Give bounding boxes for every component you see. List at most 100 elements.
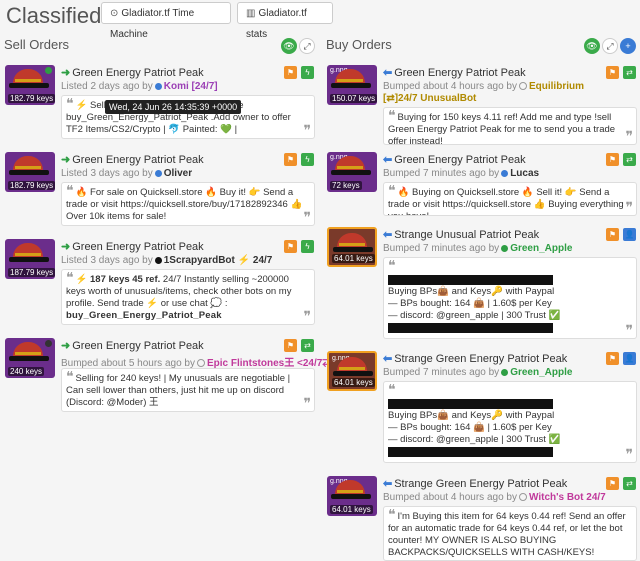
page-title: Classifieds xyxy=(6,3,113,28)
buy-listing-1: g.nng 150.07 keys ⬅ Green Energy Patriot … xyxy=(327,65,637,145)
item-price: 64.01 keys xyxy=(332,254,375,263)
item-title[interactable]: ⬅ Strange Green Energy Patriot Peak xyxy=(383,352,567,365)
time-machine-label: Gladiator.tf Time Machine xyxy=(110,8,195,40)
user-name[interactable]: Green_Apple xyxy=(510,243,572,254)
item-title[interactable]: ➜ Green Energy Patriot Peak xyxy=(61,240,204,253)
flag-icon[interactable]: ⚑ xyxy=(284,240,297,253)
quote-left-icon: ❝ xyxy=(388,182,396,198)
item-thumbnail[interactable]: 182.79 keys xyxy=(5,65,55,105)
meta-text: Bumped 7 minutes ago by xyxy=(383,168,500,179)
arrow-right-icon: ➜ xyxy=(61,154,71,166)
flag-icon[interactable]: ⚑ xyxy=(606,66,619,79)
item-thumbnail[interactable]: g.nng 64.01 keys xyxy=(327,351,377,391)
swap-icon[interactable]: ⇄ xyxy=(623,477,636,490)
quote-icon: ❞ xyxy=(303,395,311,411)
lightning-icon[interactable]: ϟ xyxy=(301,66,314,79)
listing-meta: Bumped 7 minutes ago by Green_Apple xyxy=(383,367,572,378)
listing-details: ❝ 🔥 Buying on Quicksell.store 🔥 Sell it! … xyxy=(383,182,637,216)
quote-left-icon: ❝ xyxy=(66,95,74,111)
user-avatar xyxy=(501,368,509,376)
item-title[interactable]: ⬅ Strange Unusual Patriot Peak xyxy=(383,228,539,241)
time-machine-button[interactable]: ⊙ Gladiator.tf Time Machine xyxy=(101,2,231,40)
item-name: Green Energy Patriot Peak xyxy=(72,154,204,166)
top-bar: Classifieds ⊙ Gladiator.tf Time Machine ▥… xyxy=(0,0,640,40)
sell-listing-2: 182.79 keys ➜ Green Energy Patriot Peak ⚑… xyxy=(5,152,315,232)
item-thumbnail[interactable]: 182.79 keys xyxy=(5,152,55,192)
item-title[interactable]: ⬅ Green Energy Patriot Peak xyxy=(383,153,526,166)
swap-icon[interactable]: ⇄ xyxy=(301,339,314,352)
item-name: Green Energy Patriot Peak xyxy=(394,67,526,79)
user-name[interactable]: Lucas xyxy=(510,168,539,179)
item-title[interactable]: ⬅ Strange Green Energy Patriot Peak xyxy=(383,477,567,490)
item-name: Green Energy Patriot Peak xyxy=(72,241,204,253)
item-thumbnail[interactable]: 64.01 keys xyxy=(327,227,377,267)
date-tooltip: Wed, 24 Jun 26 14:35:39 +0000 xyxy=(105,100,242,114)
item-title[interactable]: ⬅ Green Energy Patriot Peak xyxy=(383,66,526,79)
item-thumbnail[interactable]: g.nng 64.01 keys xyxy=(327,476,377,516)
user-name[interactable]: Green_Apple xyxy=(510,367,572,378)
item-thumbnail[interactable]: 187.79 keys xyxy=(5,239,55,279)
user-avatar xyxy=(518,82,527,91)
item-name: Strange Unusual Patriot Peak xyxy=(394,229,540,241)
details-text: Buying for 150 keys 4.11 ref! Add me and… xyxy=(388,112,616,145)
flag-icon[interactable]: ⚑ xyxy=(284,153,297,166)
stats-button[interactable]: ▥ Gladiator.tf stats xyxy=(237,2,333,40)
item-title[interactable]: ➜ Green Energy Patriot Peak xyxy=(61,66,204,79)
quote-icon: ❞ xyxy=(625,446,633,462)
user-avatar xyxy=(518,493,527,502)
listing-meta: Listed 3 days ago by 1ScrapyardBot ⚡ 24/7 xyxy=(61,255,272,266)
flag-icon[interactable]: ⚑ xyxy=(606,477,619,490)
item-price: 64.01 keys xyxy=(332,378,375,387)
item-title[interactable]: ➜ Green Energy Patriot Peak xyxy=(61,339,204,352)
user-avatar xyxy=(196,359,205,368)
item-thumbnail[interactable]: g.nng 72 keys xyxy=(327,152,377,192)
toggle-visibility-icon[interactable]: 👁 xyxy=(281,38,297,54)
quote-icon: ❞ xyxy=(303,122,311,138)
user-avatar xyxy=(154,82,162,90)
details-text: 🔥 For sale on Quicksell.store 🔥 Buy it! … xyxy=(66,187,303,222)
listing-details: ❝ ⚡ 187 keys 45 ref. 24/7 Instantly selli… xyxy=(61,269,315,325)
item-name: Green Energy Patriot Peak xyxy=(394,154,526,166)
item-title[interactable]: ➜ Green Energy Patriot Peak xyxy=(61,153,204,166)
item-thumbnail[interactable]: g.nng 150.07 keys xyxy=(327,65,377,105)
flag-icon[interactable]: ⚑ xyxy=(606,228,619,241)
listing-details: ❝ Selling for 240 keys! | My unusuals are… xyxy=(61,368,315,412)
lightning-icon[interactable]: ϟ xyxy=(301,153,314,166)
details-text: 🔥 Buying on Quicksell.store 🔥 Sell it! 👉… xyxy=(388,187,624,215)
user-name[interactable]: Oliver xyxy=(164,168,192,179)
flag-icon[interactable]: ⚑ xyxy=(284,339,297,352)
user-name[interactable]: 1ScrapyardBot ⚡ 24/7 xyxy=(164,255,273,266)
lightning-icon[interactable]: ϟ xyxy=(301,240,314,253)
arrow-left-icon: ⬅ xyxy=(383,67,393,79)
sell-listing-4: 240 keys ➜ Green Energy Patriot Peak ⚑ ⇄ … xyxy=(5,338,353,418)
meta-text: Bumped about 4 hours ago by xyxy=(383,492,517,503)
item-price: 150.07 keys xyxy=(330,94,377,103)
arrow-right-icon: ➜ xyxy=(61,241,71,253)
quote-icon: ❞ xyxy=(625,128,633,144)
sell-orders-title: Sell Orders xyxy=(4,37,70,52)
details-command: buy_Green_Energy_Patriot_Peak xyxy=(66,310,222,321)
flag-icon[interactable]: ⚑ xyxy=(284,66,297,79)
meta-text: Listed 3 days ago by xyxy=(61,255,153,266)
flag-icon[interactable]: ⚑ xyxy=(606,352,619,365)
toggle-visibility-icon[interactable]: 👁 xyxy=(584,38,600,54)
listing-meta: Listed 2 days ago by Komi [24/7] xyxy=(61,81,218,92)
arrow-left-icon: ⬅ xyxy=(383,478,393,490)
listing-meta: Bumped about 4 hours ago by Equilibrium [… xyxy=(383,81,603,105)
expand-icon[interactable]: ⤢ xyxy=(602,38,618,54)
swap-icon[interactable]: ⇄ xyxy=(623,153,636,166)
flag-icon[interactable]: ⚑ xyxy=(606,153,619,166)
expand-icon[interactable]: ⤢ xyxy=(299,38,315,54)
item-thumbnail[interactable]: 240 keys xyxy=(5,338,55,378)
user-name[interactable]: Komi [24/7] xyxy=(164,81,218,92)
meta-text: Listed 3 days ago by xyxy=(61,168,153,179)
buy-listing-4: g.nng 64.01 keys ⬅ Strange Green Energy P… xyxy=(327,351,637,466)
user-name[interactable]: Witch's Bot 24/7 xyxy=(529,492,606,503)
add-friend-icon[interactable]: 👤 xyxy=(623,352,636,365)
add-icon[interactable]: + xyxy=(620,38,636,54)
swap-icon[interactable]: ⇄ xyxy=(623,66,636,79)
quote-left-icon: ❝ xyxy=(66,182,74,198)
quote-left-icon: ❝ xyxy=(66,269,74,285)
listing-meta: Bumped 7 minutes ago by Lucas xyxy=(383,168,539,179)
add-friend-icon[interactable]: 👤 xyxy=(623,228,636,241)
